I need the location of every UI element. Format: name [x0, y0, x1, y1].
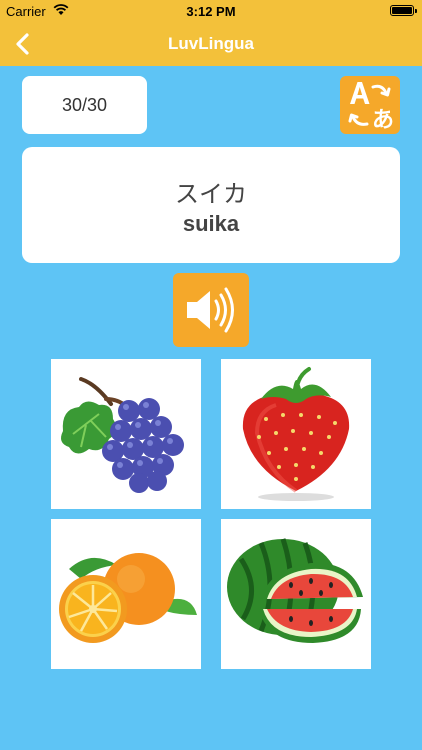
word-romaji: suika — [182, 210, 240, 236]
word-japanese: スイカ — [175, 180, 247, 208]
choice-tile-orange[interactable] — [51, 519, 201, 669]
svg-text:あ: あ — [372, 108, 394, 133]
play-sound-button[interactable] — [173, 273, 249, 347]
progress-counter: 30/30 — [22, 76, 147, 134]
translate-button[interactable]: あ — [340, 76, 400, 134]
watermelon-image — [227, 538, 363, 643]
status-time: 3:12 PM — [186, 4, 236, 19]
speaker-icon — [187, 287, 234, 333]
word-card: スイカ suika — [22, 147, 400, 263]
status-bar: Carrier 3:12 PM — [0, 0, 422, 22]
choice-tile-watermelon[interactable] — [221, 519, 371, 669]
navigation-bar: LuvLingua — [0, 22, 422, 66]
battery-icon — [390, 5, 417, 16]
orange-image — [59, 553, 197, 643]
translate-icon: あ — [348, 82, 394, 133]
app-title: LuvLingua — [168, 34, 254, 53]
choice-tile-strawberry[interactable] — [221, 359, 371, 509]
strawberry-image — [242, 367, 350, 501]
choice-tile-grapes[interactable] — [51, 359, 201, 509]
grapes-image — [61, 377, 184, 493]
